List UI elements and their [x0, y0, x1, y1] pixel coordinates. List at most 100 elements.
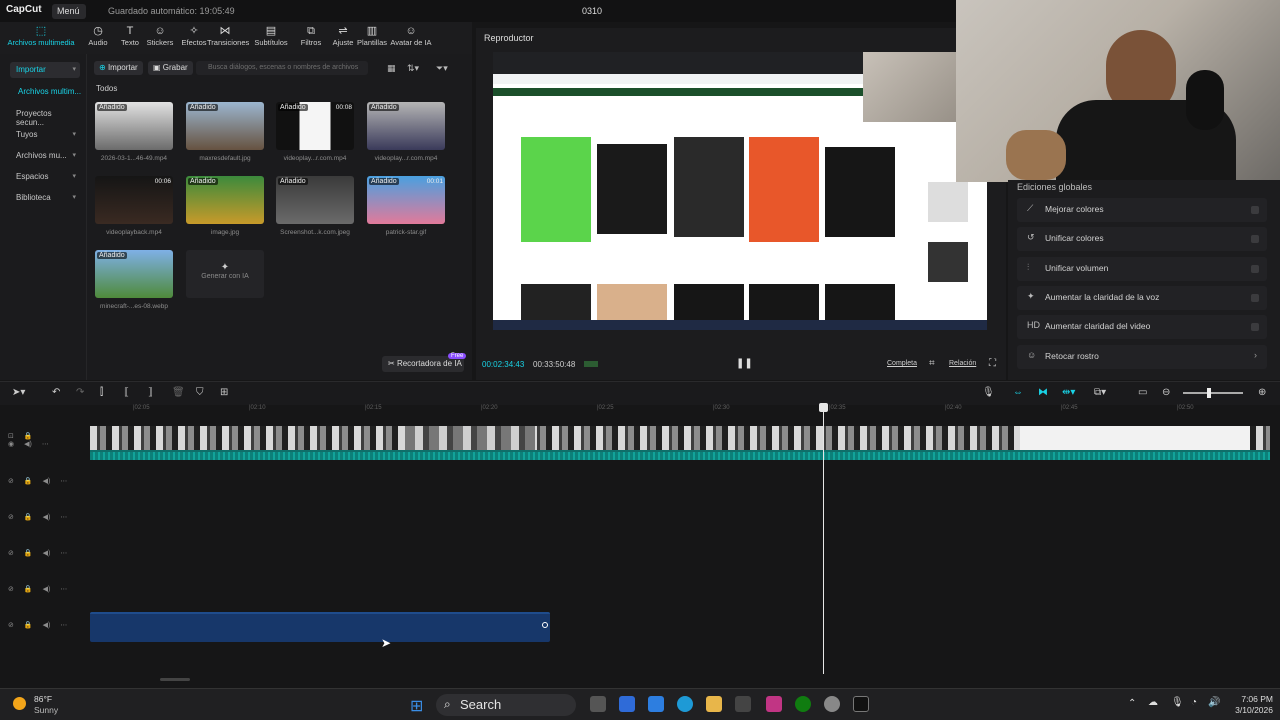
track-type-icon[interactable]: ⊘ [8, 586, 14, 593]
filter-icon[interactable]: ⏷▾ [436, 63, 448, 74]
media-item[interactable]: Añadido 00:01 [367, 176, 445, 224]
eye-icon[interactable]: ◉ [8, 441, 14, 448]
import-button[interactable]: ⊕ Importar [94, 61, 143, 75]
generate-ai-card[interactable]: ✦ Generar con IA [186, 250, 264, 298]
tab-subtitles[interactable]: ▤ Subtítulos [253, 24, 289, 52]
zoom-in-icon[interactable]: ⊕ [1258, 387, 1266, 398]
sidebar-item-1[interactable]: Archivos multim... [12, 84, 82, 100]
tab-media[interactable]: ⬚ Archivos multimedia [6, 24, 76, 52]
mic-tray-icon[interactable]: 🎙 [1171, 697, 1184, 708]
more-icon[interactable]: ⋯ [60, 550, 67, 557]
onedrive-icon[interactable]: ☁ [1148, 697, 1158, 708]
caption-icon[interactable]: ▭ [1138, 387, 1147, 398]
sidebar-item-6[interactable]: Biblioteca ▾ [10, 190, 80, 206]
split-icon[interactable]: ⫿ [100, 387, 103, 398]
ratio-button[interactable]: Relación [949, 360, 976, 367]
track-type-icon[interactable]: ⊘ [8, 478, 14, 485]
edge-icon[interactable] [677, 696, 693, 712]
media-item[interactable]: Añadido 00:08 [276, 102, 354, 150]
tab-audio[interactable]: ◷ Audio [80, 24, 116, 52]
toggle-switch[interactable] [1251, 323, 1259, 332]
sidebar-item-5[interactable]: Espacios ▾ [10, 169, 80, 185]
media-item[interactable]: 00:06 [95, 176, 173, 224]
timeline-scrollbar[interactable] [160, 678, 190, 681]
tray-chevron-icon[interactable]: ⌃ [1128, 698, 1136, 709]
cover-icon[interactable]: ⊡ [8, 433, 14, 440]
file-explorer-icon[interactable] [706, 696, 722, 712]
weather-temperature[interactable]: 86°F [34, 694, 52, 704]
sidebar-item-2[interactable]: Proyectos secun... [10, 106, 80, 127]
mute-icon[interactable]: ◀) [43, 514, 51, 521]
track-type-icon[interactable]: ⊘ [8, 550, 14, 557]
media-item[interactable]: Añadido [186, 102, 264, 150]
toggle-switch[interactable] [1251, 264, 1259, 273]
tab-avatar[interactable]: ☺ Avatar de IA [388, 24, 434, 52]
more-icon[interactable]: ⋯ [42, 441, 49, 448]
layout-icon[interactable]: ⧉▾ [1094, 387, 1106, 398]
tab-templates[interactable]: ▥ Plantillas [354, 24, 390, 52]
global-edit-option[interactable]: ⟋ Mejorar colores [1017, 198, 1267, 222]
menu-button[interactable]: Menú [52, 4, 86, 19]
more-icon[interactable]: ⋯ [60, 478, 67, 485]
clock-time[interactable]: 7:06 PM [1233, 694, 1273, 704]
filter-all-label[interactable]: Todos [96, 84, 117, 93]
mute-icon[interactable]: ◀) [43, 550, 51, 557]
track-type-icon[interactable]: ⊘ [8, 622, 14, 629]
lock-icon[interactable]: 🔒 [24, 433, 33, 440]
split-left-icon[interactable]: ⟦ [124, 387, 129, 398]
zoom-slider-handle[interactable] [1207, 388, 1211, 398]
zoom-slider[interactable] [1183, 392, 1243, 394]
crop-icon[interactable]: ⌗ [929, 358, 935, 369]
task-view-icon[interactable] [590, 696, 606, 712]
more-icon[interactable]: ⋯ [60, 586, 67, 593]
playhead-handle[interactable] [819, 403, 828, 412]
tab-transition[interactable]: ⋈ Transiciones [207, 24, 249, 52]
delete-icon[interactable]: 🗑 [172, 387, 185, 398]
video-preview[interactable] [493, 52, 987, 330]
wifi-icon[interactable]: ◔ [1191, 697, 1197, 708]
playhead[interactable] [823, 404, 824, 674]
global-edit-option[interactable]: ⫶ Unificar volumen [1017, 256, 1267, 281]
store-icon[interactable] [735, 696, 751, 712]
microphone-icon[interactable]: 🎙 [982, 387, 995, 398]
sidebar-item-3[interactable]: Tuyos ▾ [10, 127, 80, 143]
media-item[interactable]: Añadido [367, 102, 445, 150]
lock-icon[interactable]: 🔒 [24, 550, 33, 557]
audio-track-clip[interactable] [90, 612, 550, 642]
marker-icon[interactable]: ⛉ [196, 387, 204, 398]
toggle-switch[interactable] [1251, 206, 1259, 214]
sort-icon[interactable]: ⇅▾ [407, 63, 419, 74]
mute-icon[interactable]: ◀) [43, 586, 51, 593]
windows-start-icon[interactable]: ⊞ [410, 696, 423, 716]
media-item[interactable]: Añadido [95, 250, 173, 298]
preview-axis-icon[interactable]: ⇹▾ [1062, 387, 1075, 398]
grid-view-icon[interactable]: ▦ [387, 63, 396, 74]
outlook-icon[interactable] [648, 696, 664, 712]
xbox-icon[interactable] [795, 696, 811, 712]
global-edit-option[interactable]: ↺ Unificar colores [1017, 227, 1267, 252]
lock-icon[interactable]: 🔒 [24, 514, 33, 521]
toggle-switch[interactable] [1251, 235, 1259, 244]
link-icon[interactable]: ⇔ [1013, 387, 1023, 398]
lock-icon[interactable]: 🔒 [24, 622, 33, 629]
image-edit-icon[interactable]: ⊞ [220, 387, 228, 398]
zoom-out-icon[interactable]: ⊖ [1162, 387, 1170, 398]
video-track-clip[interactable] [90, 426, 1270, 460]
mute-icon[interactable]: ◀) [43, 478, 51, 485]
volume-icon[interactable]: 🔊 [1208, 697, 1220, 708]
lock-icon[interactable]: 🔒 [24, 586, 33, 593]
media-item[interactable]: Añadido [95, 102, 173, 150]
capcut-taskbar-icon[interactable] [853, 696, 869, 712]
pause-icon[interactable]: ❚❚ [736, 358, 753, 369]
mute-icon[interactable]: ◀) [43, 622, 51, 629]
time-ruler[interactable] [88, 405, 1280, 417]
tab-filter[interactable]: ⧉ Filtros [293, 24, 329, 52]
mute-icon[interactable]: ◀) [24, 441, 32, 448]
global-edit-option[interactable]: ☺ Retocar rostro › [1017, 344, 1267, 369]
sidebar-item-0[interactable]: Importar ▾ [10, 62, 80, 78]
undo-icon[interactable]: ↶ [52, 387, 60, 398]
media-search-input[interactable]: Busca diálogos, escenas o nombres de arc… [196, 61, 368, 75]
tab-sticker[interactable]: ☺ Stickers [142, 24, 178, 52]
global-edit-option[interactable]: ✦ Aumentar la claridad de la voz [1017, 285, 1267, 310]
lock-icon[interactable]: 🔒 [24, 478, 33, 485]
